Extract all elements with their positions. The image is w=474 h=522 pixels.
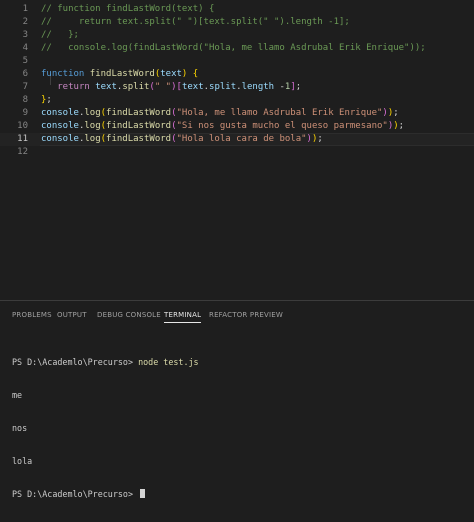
- terminal-prompt: PS D:\Academlo\Precurso>: [12, 489, 134, 499]
- code-text: };: [41, 94, 52, 107]
- bottom-panel: PROBLEMS OUTPUT DEBUG CONSOLE TERMINAL R…: [0, 300, 474, 499]
- terminal-line: PS D:\Academlo\Precurso> node test.js: [12, 357, 462, 368]
- tab-debug-console[interactable]: DEBUG CONSOLE: [97, 301, 161, 329]
- code-token: function: [41, 69, 90, 79]
- code-line[interactable]: 5: [0, 55, 474, 68]
- code-token: // return text.split(" ")[text.split(" "…: [41, 17, 350, 27]
- code-token: "Si nos gusta mucho el queso parmesano": [176, 121, 388, 131]
- code-token: ;: [398, 121, 405, 131]
- code-token: findLastWord: [106, 121, 172, 131]
- terminal-output-line: lola: [12, 456, 33, 466]
- line-number: 8: [22, 95, 28, 105]
- line-number: 12: [17, 147, 28, 157]
- line-number: 6: [22, 69, 28, 79]
- code-line[interactable]: 12: [0, 146, 474, 159]
- code-token: text: [160, 69, 182, 79]
- tab-problems[interactable]: PROBLEMS: [12, 301, 52, 329]
- terminal-output-line: nos: [12, 423, 28, 433]
- code-token: "Hola, me llamo Asdrubal Erik Enrique": [176, 108, 383, 118]
- code-text: return text.split(" ")[text.split.length…: [41, 81, 301, 94]
- code-token: text: [181, 82, 204, 92]
- terminal-output[interactable]: PS D:\Academlo\Precurso> node test.js me…: [12, 335, 462, 522]
- code-text: // console.log(findLastWord("Hola, me ll…: [41, 42, 426, 55]
- code-token: length: [241, 82, 275, 92]
- line-number: 9: [22, 108, 28, 118]
- code-text: console.log(findLastWord("Si nos gusta m…: [41, 120, 404, 133]
- terminal-output-line: me: [12, 390, 23, 400]
- line-number: 4: [22, 43, 28, 53]
- line-number: 10: [17, 121, 28, 131]
- code-token: " ": [154, 82, 172, 92]
- line-number: 1: [22, 4, 28, 14]
- code-token: console: [41, 108, 79, 118]
- code-token: log: [84, 121, 101, 131]
- code-line[interactable]: 4 // console.log(findLastWord("Hola, me l…: [0, 42, 474, 55]
- code-line[interactable]: 8};: [0, 94, 474, 107]
- code-text: function findLastWord(text) {: [41, 68, 198, 81]
- code-text: // };: [41, 29, 79, 42]
- code-token: log: [84, 134, 101, 144]
- terminal-command: node test.js: [138, 357, 199, 367]
- code-line[interactable]: 2 // return text.split(" ")[text.split(" …: [0, 16, 474, 29]
- code-line[interactable]: 1 // function findLastWord(text) {: [0, 3, 474, 16]
- panel-tabs: PROBLEMS OUTPUT DEBUG CONSOLE TERMINAL R…: [0, 301, 474, 329]
- tab-terminal[interactable]: TERMINAL: [164, 301, 202, 329]
- code-token: split: [209, 82, 237, 92]
- line-number: 7: [22, 82, 28, 92]
- code-text: console.log(findLastWord("Hola lola cara…: [41, 133, 323, 146]
- terminal-prompt: PS D:\Academlo\Precurso>: [12, 357, 134, 367]
- code-token: -: [274, 82, 285, 92]
- code-line[interactable]: 7 return text.split(" ")[text.split.leng…: [0, 81, 474, 94]
- code-token: log: [84, 108, 101, 118]
- code-token: findLastWord: [89, 69, 155, 79]
- terminal-cursor: [140, 489, 146, 498]
- code-editor[interactable]: 1 // function findLastWord(text) { 2 // ret…: [0, 0, 474, 300]
- code-text: // function findLastWord(text) {: [41, 3, 214, 16]
- code-token: console: [41, 134, 79, 144]
- tab-output[interactable]: OUTPUT: [57, 301, 87, 329]
- code-token: // console.log(findLastWord("Hola, me ll…: [41, 43, 426, 53]
- line-number: 11: [17, 134, 28, 144]
- code-token: findLastWord: [106, 108, 172, 118]
- code-token: text: [95, 82, 117, 92]
- code-token: ;: [317, 134, 323, 144]
- line-number: 5: [22, 56, 28, 66]
- line-number: 2: [22, 17, 28, 27]
- code-line[interactable]: 10 console.log(findLastWord("Si nos gusta…: [0, 120, 474, 133]
- code-token: // function findLastWord(text) {: [41, 4, 215, 14]
- code-token: ;: [393, 108, 399, 118]
- code-text: // return text.split(" ")[text.split(" "…: [41, 16, 350, 29]
- code-line[interactable]: 11 console.log(findLastWord("Hola lola ca…: [0, 133, 474, 146]
- code-token: findLastWord: [106, 134, 172, 144]
- code-token: ;: [46, 95, 52, 105]
- code-token: console: [41, 121, 79, 131]
- code-token: split: [122, 82, 150, 92]
- code-token: ;: [295, 82, 302, 92]
- code-token: // };: [41, 30, 79, 40]
- terminal-line: PS D:\Academlo\Precurso>: [12, 489, 462, 500]
- code-line[interactable]: 6 function findLastWord(text) {: [0, 68, 474, 81]
- line-number: 3: [22, 30, 28, 40]
- code-token: "Hola lola cara de bola": [176, 134, 307, 144]
- code-line[interactable]: 9 console.log(findLastWord("Hola, me llam…: [0, 107, 474, 120]
- code-token: {: [192, 69, 199, 79]
- tab-refactor-preview[interactable]: REFACTOR PREVIEW: [209, 301, 283, 329]
- code-line[interactable]: 3 // };: [0, 29, 474, 42]
- code-token: return: [57, 82, 96, 92]
- code-text: console.log(findLastWord("Hola, me llamo…: [41, 107, 399, 120]
